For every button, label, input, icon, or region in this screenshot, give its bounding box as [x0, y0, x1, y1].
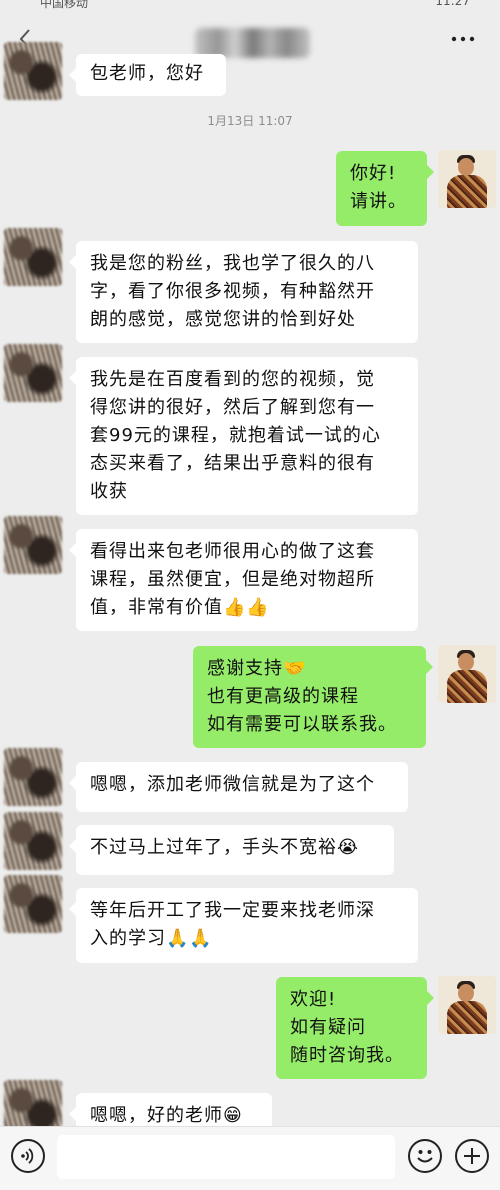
voice-icon — [21, 1148, 34, 1164]
contact-avatar[interactable] — [4, 516, 62, 574]
message-line: 如有需要可以联系我。 — [207, 714, 397, 735]
message-line: 套99元的课程，就抱着试一试的心 — [90, 425, 381, 446]
voice-button[interactable] — [11, 1139, 45, 1173]
message-line: 随时咨询我。 — [290, 1045, 404, 1066]
message-line: 不过马上过年了，手头不宽裕😭 — [90, 837, 360, 858]
more-button[interactable] — [448, 24, 478, 54]
clock-label: 11:27 — [435, 0, 470, 8]
contact-avatar[interactable] — [4, 875, 62, 933]
contact-avatar[interactable] — [4, 748, 62, 806]
my-avatar[interactable] — [438, 976, 496, 1034]
message-timestamp: 1月13日 11:07 — [207, 114, 293, 128]
message-line: 看得出来包老师很用心的做了这套 — [90, 541, 375, 562]
message-line: 课程，虽然便宜，但是绝对物超所 — [90, 569, 375, 590]
message-input[interactable] — [57, 1135, 395, 1179]
contact-avatar[interactable] — [4, 344, 62, 402]
message-bubble-incoming[interactable]: 不过马上过年了，手头不宽裕😭 — [69, 825, 394, 875]
my-avatar[interactable] — [438, 645, 496, 703]
message-line: 嗯嗯，添加老师微信就是为了这个 — [90, 774, 375, 795]
chat-header — [0, 14, 500, 64]
message-line: 感谢支持🤝 — [207, 658, 307, 679]
contact-avatar[interactable] — [4, 228, 62, 286]
message-line: 等年后开工了我一定要来找老师深 — [90, 900, 375, 921]
message-line: 也有更高级的课程 — [207, 686, 359, 707]
message-line: 包老师，您好 — [90, 63, 204, 84]
message-line: 字，看了你很多视频，有种豁然开 — [90, 281, 375, 302]
message-line: 收获 — [90, 481, 128, 502]
message-line: 我是您的粉丝，我也学了很久的八 — [90, 253, 375, 274]
plus-icon — [464, 1148, 480, 1164]
contact-avatar[interactable] — [4, 812, 62, 870]
message-line: 你好! — [350, 163, 397, 184]
message-line: 如有疑问 — [290, 1017, 366, 1038]
message-bubble-outgoing[interactable]: 欢迎! 如有疑问 随时咨询我。 — [276, 977, 434, 1079]
message-line: 我先是在百度看到的您的视频，觉 — [90, 369, 375, 390]
carrier-label: 中国移动 — [40, 0, 89, 10]
emoji-icon — [417, 1150, 433, 1163]
contact-avatar[interactable] — [4, 42, 62, 100]
plus-button[interactable] — [455, 1139, 489, 1173]
message-line: 入的学习🙏🙏 — [90, 928, 213, 949]
message-bubble-incoming[interactable]: 嗯嗯，添加老师微信就是为了这个 — [69, 762, 408, 812]
message-line: 朗的感觉，感觉您讲的恰到好处 — [90, 309, 356, 330]
status-bar: 中国移动 11:27 — [0, 0, 500, 14]
message-bubble-incoming[interactable]: 包老师，您好 — [69, 54, 226, 96]
message-line: 得您讲的很好，然后了解到您有一 — [90, 397, 375, 418]
chat-input-bar — [0, 1126, 500, 1190]
message-bubble-outgoing[interactable]: 感谢支持🤝 也有更高级的课程 如有需要可以联系我。 — [193, 646, 433, 748]
message-bubble-incoming[interactable]: 等年后开工了我一定要来找老师深 入的学习🙏🙏 — [69, 888, 418, 963]
message-line: 请讲。 — [350, 191, 407, 212]
message-line: 态买来看了，结果出乎意料的很有 — [90, 453, 375, 474]
message-line: 值，非常有价值👍👍 — [90, 597, 270, 618]
emoji-button[interactable] — [408, 1139, 442, 1173]
message-bubble-incoming[interactable]: 我是您的粉丝，我也学了很久的八 字，看了你很多视频，有种豁然开 朗的感觉，感觉您… — [69, 241, 418, 343]
my-avatar[interactable] — [438, 150, 496, 208]
message-bubble-outgoing[interactable]: 你好! 请讲。 — [336, 151, 434, 226]
message-line: 欢迎! — [290, 989, 337, 1010]
more-dots-icon — [451, 36, 475, 42]
message-bubble-incoming[interactable]: 我先是在百度看到的您的视频，觉 得您讲的很好，然后了解到您有一 套99元的课程，… — [69, 357, 418, 515]
message-bubble-incoming[interactable]: 看得出来包老师很用心的做了这套 课程，虽然便宜，但是绝对物超所 值，非常有价值👍… — [69, 529, 418, 631]
